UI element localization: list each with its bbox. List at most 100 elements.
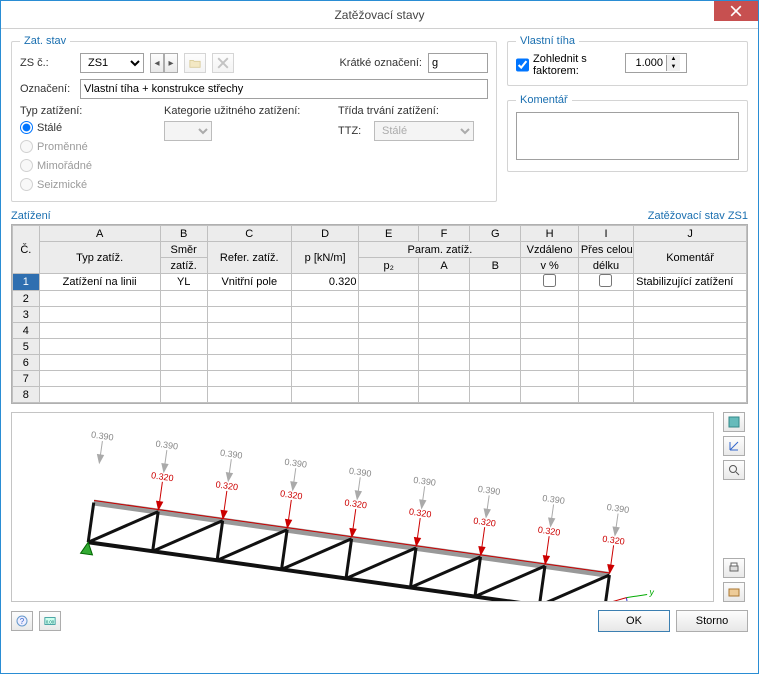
col-letter-J[interactable]: J: [634, 226, 747, 242]
cell-typ[interactable]: [39, 323, 160, 339]
cell-smer[interactable]: YL: [160, 274, 207, 291]
cell-ref[interactable]: [207, 355, 291, 371]
table-row[interactable]: 4: [13, 323, 747, 339]
cell-vz[interactable]: [521, 307, 578, 323]
tool-print-button[interactable]: [723, 558, 745, 578]
cell-smer[interactable]: [160, 291, 207, 307]
tool-zoom-button[interactable]: [723, 460, 745, 480]
new-button[interactable]: [184, 53, 206, 73]
cell-vz[interactable]: [521, 387, 578, 403]
cell-typ[interactable]: Zatížení na linii: [39, 274, 160, 291]
cell-smer[interactable]: [160, 339, 207, 355]
table-row[interactable]: 1Zatížení na liniiYLVnitřní pole0.320Sta…: [13, 274, 747, 291]
row-number[interactable]: 4: [13, 323, 40, 339]
cell-b[interactable]: [470, 274, 521, 291]
cell-b[interactable]: [470, 355, 521, 371]
cell-p2[interactable]: [359, 371, 418, 387]
zs-select[interactable]: ZS1: [80, 53, 144, 73]
table-row[interactable]: 3: [13, 307, 747, 323]
row-number[interactable]: 6: [13, 355, 40, 371]
tool-view-button[interactable]: [723, 412, 745, 432]
cell-a[interactable]: [418, 307, 469, 323]
zs-prev-button[interactable]: ◂: [150, 53, 164, 73]
row-number[interactable]: 7: [13, 371, 40, 387]
zohlednit-checkbox[interactable]: [516, 53, 529, 77]
cell-b[interactable]: [470, 307, 521, 323]
row-number[interactable]: 2: [13, 291, 40, 307]
cell-typ[interactable]: [39, 339, 160, 355]
cell-ref[interactable]: [207, 291, 291, 307]
table-row[interactable]: 5: [13, 339, 747, 355]
row-number[interactable]: 8: [13, 387, 40, 403]
cell-p2[interactable]: [359, 307, 418, 323]
cell-kom[interactable]: [634, 339, 747, 355]
cell-p2[interactable]: [359, 339, 418, 355]
col-letter-E[interactable]: E: [359, 226, 418, 242]
cell-p[interactable]: [291, 291, 359, 307]
cell-a[interactable]: [418, 323, 469, 339]
cell-a[interactable]: [418, 274, 469, 291]
cell-ref[interactable]: [207, 323, 291, 339]
factor-up[interactable]: ▲: [666, 55, 680, 63]
cell-a[interactable]: [418, 291, 469, 307]
cell-p[interactable]: [291, 355, 359, 371]
cell-pres[interactable]: [578, 274, 633, 291]
cell-p2[interactable]: [359, 387, 418, 403]
cell-vz[interactable]: [521, 339, 578, 355]
cell-typ[interactable]: [39, 355, 160, 371]
cell-p[interactable]: [291, 387, 359, 403]
units-button[interactable]: 0.00: [39, 611, 61, 631]
cell-vz[interactable]: [521, 274, 578, 291]
help-button[interactable]: ?: [11, 611, 33, 631]
col-letter-B[interactable]: B: [160, 226, 207, 242]
cell-smer[interactable]: [160, 355, 207, 371]
col-letter-A[interactable]: A: [39, 226, 160, 242]
cell-b[interactable]: [470, 387, 521, 403]
cell-vz[interactable]: [521, 323, 578, 339]
radio-stale-input[interactable]: [20, 121, 33, 134]
cell-typ[interactable]: [39, 291, 160, 307]
cell-a[interactable]: [418, 387, 469, 403]
cell-smer[interactable]: [160, 307, 207, 323]
cell-b[interactable]: [470, 323, 521, 339]
komentar-text[interactable]: [516, 112, 739, 160]
radio-promenne[interactable]: Proměnné: [20, 140, 140, 153]
factor-down[interactable]: ▼: [666, 63, 680, 71]
col-letter-I[interactable]: I: [578, 226, 633, 242]
cell-p[interactable]: [291, 339, 359, 355]
cell-vz[interactable]: [521, 371, 578, 387]
table-row[interactable]: 6: [13, 355, 747, 371]
checkbox-vz[interactable]: [543, 274, 556, 287]
cell-kom[interactable]: [634, 355, 747, 371]
cell-kom[interactable]: [634, 371, 747, 387]
col-letter-G[interactable]: G: [470, 226, 521, 242]
cell-a[interactable]: [418, 339, 469, 355]
table-row[interactable]: 7: [13, 371, 747, 387]
tool-axes-button[interactable]: [723, 436, 745, 456]
cell-ref[interactable]: Vnitřní pole: [207, 274, 291, 291]
col-letter-D[interactable]: D: [291, 226, 359, 242]
cell-typ[interactable]: [39, 371, 160, 387]
table-row[interactable]: 2: [13, 291, 747, 307]
storno-button[interactable]: Storno: [676, 610, 748, 632]
cell-pres[interactable]: [578, 355, 633, 371]
cell-kom[interactable]: Stabilizující zatížení: [634, 274, 747, 291]
cell-pres[interactable]: [578, 307, 633, 323]
zs-next-button[interactable]: ▸: [164, 53, 178, 73]
cell-ref[interactable]: [207, 307, 291, 323]
cell-pres[interactable]: [578, 291, 633, 307]
tool-export-button[interactable]: [723, 582, 745, 602]
cell-typ[interactable]: [39, 307, 160, 323]
close-button[interactable]: [714, 1, 758, 21]
row-number[interactable]: 3: [13, 307, 40, 323]
factor-input[interactable]: ▲ ▼: [625, 53, 687, 73]
kratke-input[interactable]: [428, 53, 488, 73]
zohlednit-check[interactable]: Zohlednit s faktorem:: [516, 53, 613, 77]
row-number[interactable]: 5: [13, 339, 40, 355]
cell-pres[interactable]: [578, 387, 633, 403]
checkbox-pres[interactable]: [599, 274, 612, 287]
cell-vz[interactable]: [521, 355, 578, 371]
col-letter-F[interactable]: F: [418, 226, 469, 242]
cell-ref[interactable]: [207, 339, 291, 355]
radio-mimoradne[interactable]: Mimořádné: [20, 159, 140, 172]
